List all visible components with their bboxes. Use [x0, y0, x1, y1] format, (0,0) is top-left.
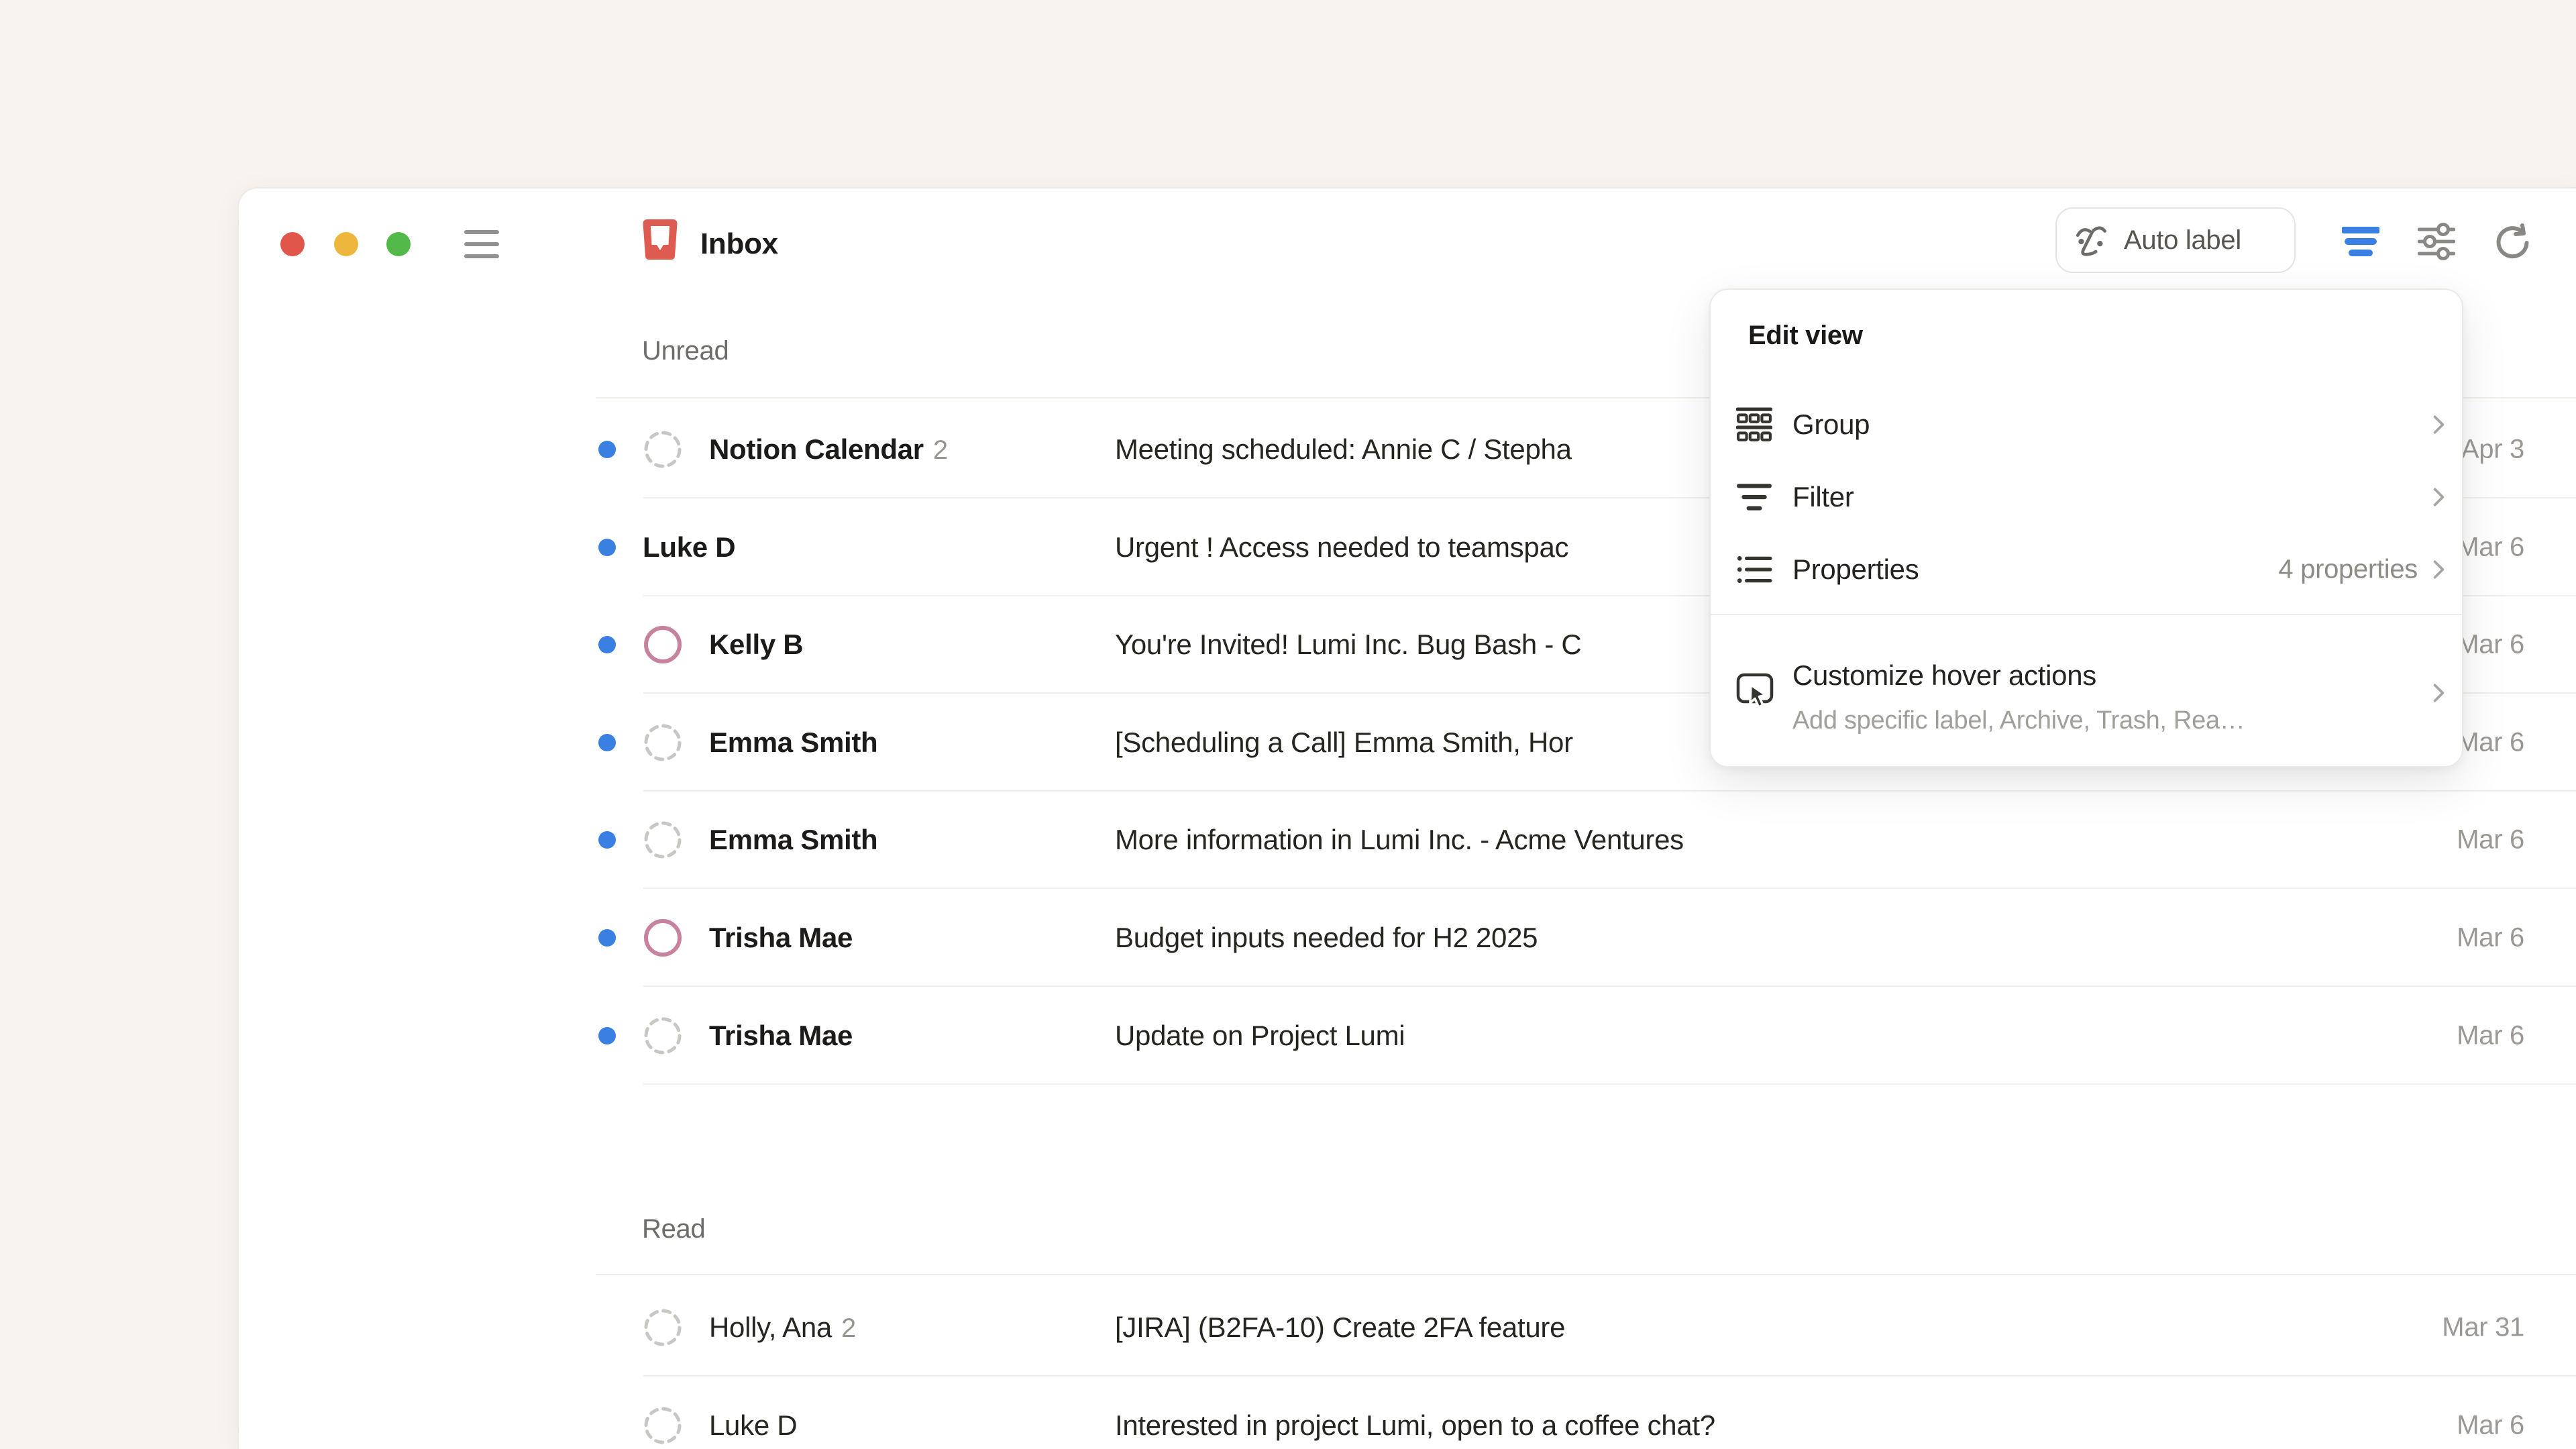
email-date: Mar 6	[2457, 825, 2524, 855]
email-subject: [Scheduling a Call] Emma Smith, Hor	[1115, 727, 1573, 759]
window-close-button[interactable]	[280, 232, 305, 256]
group-icon	[1736, 407, 1772, 443]
email-row[interactable]: Holly, Ana2 [JIRA] (B2FA-10) Create 2FA f…	[239, 1279, 2576, 1377]
avatar[interactable]	[643, 625, 682, 664]
section-divider	[596, 1274, 2576, 1275]
email-row[interactable]: Trisha Mae Update on Project Lumi Mar 6	[239, 987, 2576, 1085]
edit-view-popover: Edit view Group	[1709, 288, 2463, 767]
sender-name: Notion Calendar2	[709, 433, 948, 466]
email-subject: Budget inputs needed for H2 2025	[1115, 922, 1538, 954]
chevron-right-icon	[2432, 486, 2446, 508]
section-label-read: Read	[642, 1214, 705, 1244]
sender-name: Luke D	[709, 1409, 797, 1442]
menu-item-properties[interactable]: Properties 4 properties	[1711, 533, 2462, 606]
inbox-icon	[641, 218, 679, 261]
email-date: Mar 6	[2457, 1020, 2524, 1051]
email-subject: Urgent ! Access needed to teamspac	[1115, 531, 1568, 564]
hover-actions-cursor-icon	[1736, 672, 1772, 708]
email-date: Mar 6	[2457, 727, 2524, 757]
filter-active-icon[interactable]	[2342, 223, 2379, 260]
avatar[interactable]	[643, 723, 682, 762]
email-date: Mar 6	[2457, 532, 2524, 562]
avatar[interactable]	[643, 820, 682, 859]
unread-dot-icon	[598, 929, 616, 947]
auto-label-button[interactable]: Auto label	[2055, 207, 2296, 273]
unread-dot-icon	[598, 441, 616, 458]
menu-divider	[1711, 614, 2462, 615]
auto-label-button-label: Auto label	[2124, 225, 2241, 256]
thread-count: 2	[832, 1313, 856, 1343]
email-row[interactable]: Trisha Mae Budget inputs needed for H2 20…	[239, 889, 2576, 987]
sender-name: Emma Smith	[709, 824, 877, 856]
avatar[interactable]	[643, 918, 682, 957]
chevron-right-icon	[2432, 559, 2446, 580]
avatar[interactable]	[643, 1406, 682, 1445]
page-title: Inbox	[700, 227, 778, 261]
auto-label-icon	[2073, 221, 2112, 260]
email-date: Mar 6	[2457, 630, 2524, 660]
sender-name: Trisha Mae	[709, 922, 853, 954]
refresh-icon[interactable]	[2494, 223, 2532, 260]
email-date: Apr 3	[2461, 435, 2524, 465]
avatar[interactable]	[643, 430, 682, 469]
email-subject: [JIRA] (B2FA-10) Create 2FA feature	[1115, 1311, 1565, 1344]
email-row[interactable]: Luke D Interested in project Lumi, open t…	[239, 1377, 2576, 1449]
unread-dot-icon	[598, 734, 616, 751]
sender-name: Luke D	[643, 531, 735, 564]
view-settings-sliders-icon[interactable]	[2418, 223, 2455, 260]
email-subject: You're Invited! Lumi Inc. Bug Bash - C	[1115, 629, 1581, 661]
menu-item-filter[interactable]: Filter	[1711, 461, 2462, 533]
sender-name: Holly, Ana2	[709, 1311, 856, 1344]
email-subject: More information in Lumi Inc. - Acme Ven…	[1115, 824, 1684, 856]
sidebar-menu-icon[interactable]	[464, 229, 499, 260]
menu-item-sublabel: Add specific label, Archive, Trash, Rea…	[1792, 706, 2245, 735]
unread-dot-icon	[598, 1027, 616, 1044]
thread-count: 2	[924, 435, 948, 465]
window-zoom-button[interactable]	[386, 232, 411, 256]
section-label-unread: Unread	[642, 336, 729, 366]
menu-item-group[interactable]: Group	[1711, 388, 2462, 461]
unread-dot-icon	[598, 831, 616, 849]
sender-name: Trisha Mae	[709, 1020, 853, 1052]
chevron-right-icon	[2432, 682, 2446, 704]
properties-icon	[1736, 551, 1772, 588]
screen: Inbox Auto label	[0, 0, 2576, 1449]
email-subject: Update on Project Lumi	[1115, 1020, 1405, 1052]
sender-name: Emma Smith	[709, 727, 877, 759]
email-date: Mar 6	[2457, 923, 2524, 953]
email-date: Mar 31	[2442, 1313, 2524, 1343]
menu-item-customize-hover-actions[interactable]: Customize hover actions Add specific lab…	[1711, 629, 2462, 753]
email-row[interactable]: Emma Smith More information in Lumi Inc. …	[239, 791, 2576, 889]
menu-item-label: Customize hover actions	[1792, 659, 2096, 692]
email-date: Mar 6	[2457, 1410, 2524, 1440]
email-subject: Interested in project Lumi, open to a co…	[1115, 1409, 1715, 1442]
unread-dot-icon	[598, 636, 616, 653]
filter-icon	[1736, 479, 1772, 515]
email-subject: Meeting scheduled: Annie C / Stepha	[1115, 433, 1572, 466]
chevron-right-icon	[2432, 414, 2446, 435]
sender-name: Kelly B	[709, 629, 803, 661]
properties-count: 4 properties	[2278, 555, 2418, 585]
window-minimize-button[interactable]	[334, 232, 358, 256]
avatar[interactable]	[643, 1308, 682, 1347]
avatar[interactable]	[643, 1016, 682, 1055]
unread-dot-icon	[598, 539, 616, 556]
menu-item-label: Group	[1792, 409, 1870, 441]
popover-title: Edit view	[1748, 321, 1863, 351]
menu-item-label: Properties	[1792, 553, 1919, 586]
menu-item-label: Filter	[1792, 481, 1854, 513]
